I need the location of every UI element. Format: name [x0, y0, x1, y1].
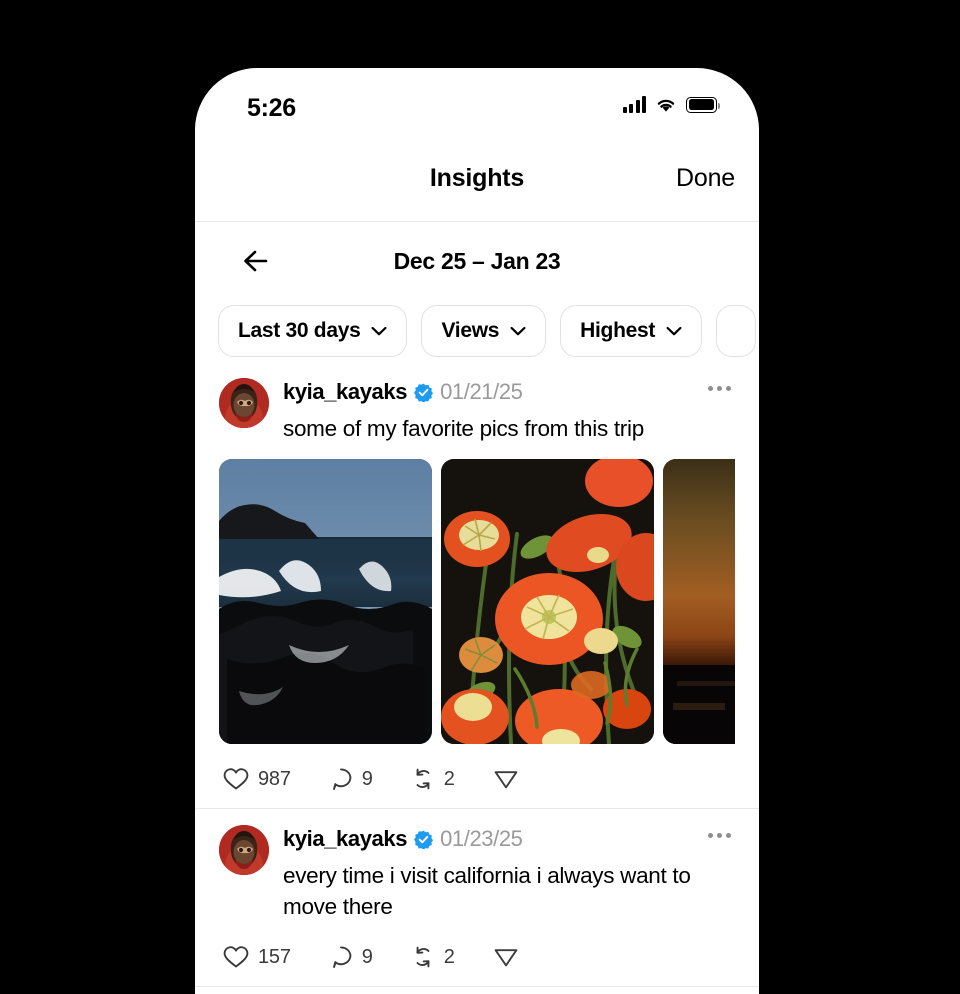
- post-username[interactable]: kyia_kayaks: [283, 379, 407, 405]
- post-text: some of my favorite pics from this trip: [283, 416, 644, 441]
- repost-icon: [411, 945, 435, 969]
- media-thumbnail[interactable]: [441, 459, 654, 744]
- phone-frame: 5:26 Insights Done Dec 25 – Jan 23 Last …: [195, 68, 759, 994]
- repost-count: 2: [443, 945, 455, 968]
- heart-icon: [223, 767, 249, 791]
- post-date: 01/23/25: [440, 826, 523, 851]
- filter-chip-row: Last 30 days Views Highest: [195, 300, 759, 362]
- post-meta: kyia_kayaks 01/21/25: [283, 379, 735, 405]
- filter-chip-timeframe-label: Last 30 days: [238, 319, 361, 342]
- wifi-icon: [655, 96, 677, 113]
- chevron-down-icon: [510, 324, 526, 339]
- post-header: kyia_kayaks 01/23/25 every time i visit …: [219, 825, 735, 922]
- share-icon: [493, 945, 519, 969]
- media-thumbnail[interactable]: [219, 459, 432, 744]
- post-username[interactable]: kyia_kayaks: [283, 826, 407, 852]
- status-bar-icons: [622, 96, 720, 113]
- post-date: 01/21/25: [440, 379, 523, 404]
- share-button[interactable]: [493, 945, 519, 969]
- repost-count: 2: [443, 767, 455, 790]
- heart-icon: [223, 945, 249, 969]
- battery-icon: [686, 96, 720, 113]
- done-button[interactable]: Done: [676, 164, 735, 193]
- screenshot-canvas: 5:26 Insights Done Dec 25 – Jan 23 Last …: [0, 0, 960, 994]
- status-bar: 5:26: [195, 68, 759, 138]
- post-media-carousel[interactable]: [219, 459, 735, 744]
- repost-icon: [411, 767, 435, 791]
- page-title: Insights: [429, 164, 525, 192]
- status-bar-time: 5:26: [247, 94, 296, 122]
- comment-icon: [329, 945, 353, 969]
- cellular-bars-icon: [622, 96, 646, 113]
- chevron-down-icon: [371, 324, 387, 339]
- more-options-icon[interactable]: [708, 386, 731, 391]
- verified-badge-icon: [414, 830, 434, 850]
- like-count: 987: [258, 767, 291, 790]
- filter-chip-sort-label: Highest: [580, 319, 656, 342]
- avatar[interactable]: [219, 378, 269, 428]
- post-content: kyia_kayaks 01/23/25 every time i visit …: [283, 825, 735, 922]
- comment-count: 9: [361, 767, 373, 790]
- filter-chip-overflow[interactable]: [716, 305, 757, 357]
- post-content: kyia_kayaks 01/21/25 some of my favorite…: [283, 378, 735, 444]
- filter-chip-sort[interactable]: Highest: [560, 305, 703, 357]
- filter-chip-metric-label: Views: [441, 319, 500, 342]
- post-item[interactable]: kyia_kayaks 01/23/25 every time i visit …: [195, 809, 759, 987]
- engagement-bar: 157 9 2: [219, 928, 735, 986]
- post-text: every time i visit california i always w…: [283, 863, 691, 919]
- post-item[interactable]: kyia_kayaks 01/21/25 some of my favorite…: [195, 362, 759, 809]
- repost-button[interactable]: 2: [411, 945, 455, 969]
- like-button[interactable]: 157: [223, 945, 291, 969]
- filter-chip-metric[interactable]: Views: [421, 305, 547, 357]
- chevron-down-icon: [666, 324, 682, 339]
- share-button[interactable]: [493, 767, 519, 791]
- comment-button[interactable]: 9: [329, 945, 373, 969]
- more-options-icon[interactable]: [708, 833, 731, 838]
- like-count: 157: [258, 945, 291, 968]
- nav-bar: Insights Done: [195, 138, 759, 222]
- share-icon: [493, 767, 519, 791]
- comment-button[interactable]: 9: [329, 767, 373, 791]
- like-button[interactable]: 987: [223, 767, 291, 791]
- insights-post-list: kyia_kayaks 01/21/25 some of my favorite…: [195, 362, 759, 987]
- date-range-label: Dec 25 – Jan 23: [393, 248, 561, 274]
- repost-button[interactable]: 2: [411, 767, 455, 791]
- post-meta: kyia_kayaks 01/23/25: [283, 826, 735, 852]
- filter-chip-timeframe[interactable]: Last 30 days: [218, 305, 408, 357]
- comment-count: 9: [361, 945, 373, 968]
- comment-icon: [329, 767, 353, 791]
- post-header: kyia_kayaks 01/21/25 some of my favorite…: [219, 378, 735, 444]
- sub-header: Dec 25 – Jan 23: [195, 222, 759, 300]
- media-thumbnail[interactable]: [663, 459, 735, 744]
- verified-badge-icon: [414, 383, 434, 403]
- engagement-bar: 987 9 2: [219, 750, 735, 808]
- avatar[interactable]: [219, 825, 269, 875]
